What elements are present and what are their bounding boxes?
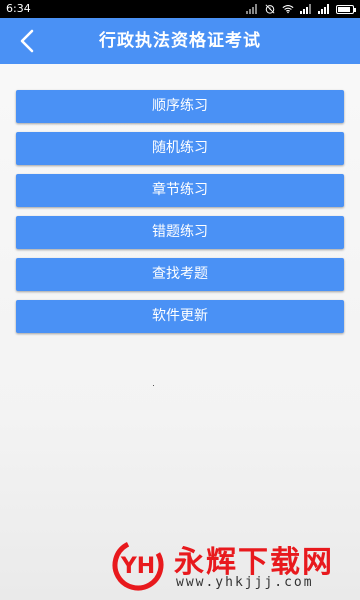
svg-text:YH: YH [120, 554, 155, 579]
battery-icon [336, 4, 356, 14]
yh-logo-icon: YH [112, 539, 164, 591]
stray-dot [153, 385, 154, 386]
status-icons [246, 0, 356, 18]
signal-bars-icon [318, 4, 329, 14]
status-time: 6:34 [6, 2, 31, 15]
signal-bars-icon [300, 4, 311, 14]
sequential-practice-button[interactable]: 顺序练习 [16, 90, 344, 123]
software-update-button[interactable]: 软件更新 [16, 300, 344, 333]
wifi-icon [282, 5, 294, 14]
main-menu: 顺序练习 随机练习 章节练习 错题练习 查找考题 软件更新 [16, 90, 344, 342]
search-questions-button[interactable]: 查找考题 [16, 258, 344, 291]
alarm-clock-icon [265, 4, 275, 14]
watermark-url: www.yhkjjj.com [176, 575, 314, 590]
app-header: 行政执法资格证考试 [0, 18, 360, 64]
random-practice-button[interactable]: 随机练习 [16, 132, 344, 165]
signal-bars-icon [246, 4, 257, 14]
status-bar: 6:34 [0, 0, 360, 18]
watermark: YH 永辉下载网 www.yhkjjj.com [112, 535, 352, 595]
page-title: 行政执法资格证考试 [99, 31, 261, 51]
wrong-questions-practice-button[interactable]: 错题练习 [16, 216, 344, 249]
chapter-practice-button[interactable]: 章节练习 [16, 174, 344, 207]
